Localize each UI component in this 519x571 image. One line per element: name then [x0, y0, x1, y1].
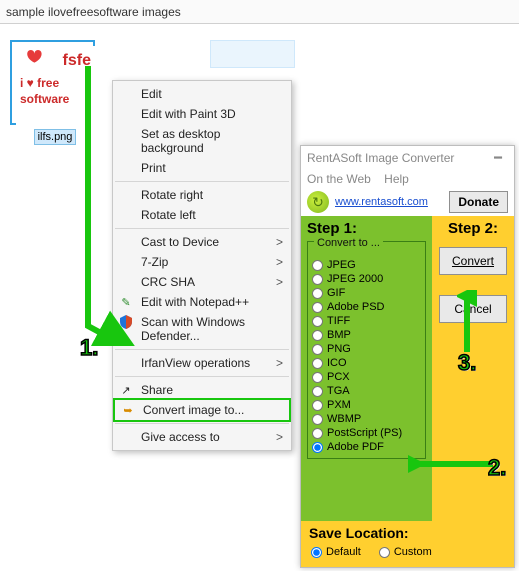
format-radio-jpeg[interactable]: JPEG: [310, 258, 423, 272]
format-label: BMP: [327, 329, 351, 341]
format-label: JPEG 2000: [327, 273, 383, 285]
context-menu: Edit Edit with Paint 3D Set as desktop b…: [112, 80, 292, 451]
format-radio-bmp[interactable]: BMP: [310, 328, 423, 342]
format-radio-ico[interactable]: ICO: [310, 356, 423, 370]
step2-title: Step 2:: [448, 220, 498, 237]
ctx-separator: [115, 376, 289, 377]
ctx-separator: [115, 349, 289, 350]
ctx-edit[interactable]: Edit: [113, 84, 291, 104]
globe-icon: ↻: [307, 191, 329, 213]
adjacent-selection-slot: [210, 40, 295, 68]
defender-shield-icon: [118, 314, 134, 330]
converter-window: RentASoft Image Converter ━ On the Web H…: [300, 145, 515, 568]
ctx-give-access[interactable]: Give access to>: [113, 427, 291, 447]
ctx-edit-paint3d[interactable]: Edit with Paint 3D: [113, 104, 291, 124]
notepadpp-icon: ✎: [118, 294, 134, 310]
donate-button[interactable]: Donate: [449, 191, 508, 213]
menu-help[interactable]: Help: [384, 172, 409, 186]
ctx-share[interactable]: ↗ Share: [113, 380, 291, 400]
converter-menubar: On the Web Help: [301, 170, 514, 188]
ctx-separator: [115, 423, 289, 424]
format-radio-gif[interactable]: GIF: [310, 286, 423, 300]
ctx-crc[interactable]: CRC SHA>: [113, 272, 291, 292]
file-thumbnail[interactable]: fsfe i ♥ free software ilfs.png: [10, 40, 100, 145]
format-radio-postscript-ps-[interactable]: PostScript (PS): [310, 426, 423, 440]
format-label: Adobe PSD: [327, 301, 384, 313]
format-radio-adobe-psd[interactable]: Adobe PSD: [310, 300, 423, 314]
thumbnail-image: fsfe i ♥ free software: [16, 46, 97, 127]
minimize-icon[interactable]: ━: [488, 146, 508, 170]
heart-icon: [20, 50, 48, 74]
convert-button[interactable]: Convert: [439, 247, 507, 275]
ctx-print[interactable]: Print: [113, 158, 291, 178]
format-radio-adobe-pdf[interactable]: Adobe PDF: [310, 440, 423, 454]
chevron-right-icon: >: [276, 255, 283, 269]
format-label: PXM: [327, 399, 351, 411]
converter-titlebar: RentASoft Image Converter ━: [301, 146, 514, 170]
format-label: ICO: [327, 357, 347, 369]
explorer-folder-title: sample ilovefreesoftware images: [0, 0, 519, 24]
ctx-rotate-right[interactable]: Rotate right: [113, 185, 291, 205]
ctx-rotate-left[interactable]: Rotate left: [113, 205, 291, 225]
format-radio-wbmp[interactable]: WBMP: [310, 412, 423, 426]
chevron-right-icon: >: [276, 235, 283, 249]
ctx-separator: [115, 181, 289, 182]
format-radio-tga[interactable]: TGA: [310, 384, 423, 398]
format-radio-tiff[interactable]: TIFF: [310, 314, 423, 328]
ctx-defender[interactable]: Scan with Windows Defender...: [113, 312, 291, 346]
ctx-convert-image[interactable]: ➥ Convert image to...: [113, 398, 291, 422]
ctx-notepadpp[interactable]: ✎ Edit with Notepad++: [113, 292, 291, 312]
save-default-radio[interactable]: Default: [309, 545, 363, 559]
format-label: PNG: [327, 343, 351, 355]
annotation-number-1: 1.: [80, 335, 98, 361]
ctx-7zip[interactable]: 7-Zip>: [113, 252, 291, 272]
step1-title: Step 1:: [307, 220, 426, 237]
format-label: TGA: [327, 385, 350, 397]
format-label: Adobe PDF: [327, 441, 384, 453]
format-label: PCX: [327, 371, 350, 383]
format-label: JPEG: [327, 259, 356, 271]
chevron-right-icon: >: [276, 275, 283, 289]
format-group: Convert to ... JPEGJPEG 2000GIFAdobe PSD…: [307, 241, 426, 459]
format-label: WBMP: [327, 413, 361, 425]
format-radio-pxm[interactable]: PXM: [310, 398, 423, 412]
save-custom-radio[interactable]: Custom: [377, 545, 434, 559]
ctx-cast[interactable]: Cast to Device>: [113, 232, 291, 252]
save-location-title: Save Location:: [309, 525, 506, 541]
ctx-set-bg[interactable]: Set as desktop background: [113, 124, 291, 158]
chevron-right-icon: >: [276, 430, 283, 444]
share-icon: ↗: [118, 382, 134, 398]
converter-title-text: RentASoft Image Converter: [307, 146, 454, 170]
format-radio-jpeg-2000[interactable]: JPEG 2000: [310, 272, 423, 286]
format-label: PostScript (PS): [327, 427, 402, 439]
cancel-button[interactable]: Cancel: [439, 295, 507, 323]
ctx-separator: [115, 228, 289, 229]
format-label: TIFF: [327, 315, 350, 327]
file-caption: ilfs.png: [34, 129, 77, 145]
format-label: GIF: [327, 287, 345, 299]
format-radio-pcx[interactable]: PCX: [310, 370, 423, 384]
chevron-right-icon: >: [276, 356, 283, 370]
ctx-irfanview[interactable]: IrfanView operations>: [113, 353, 291, 373]
website-link[interactable]: www.rentasoft.com: [335, 196, 428, 208]
convert-arrow-icon: ➥: [120, 402, 136, 418]
menu-on-the-web[interactable]: On the Web: [307, 172, 371, 186]
format-radio-png[interactable]: PNG: [310, 342, 423, 356]
format-legend: Convert to ...: [314, 237, 383, 249]
